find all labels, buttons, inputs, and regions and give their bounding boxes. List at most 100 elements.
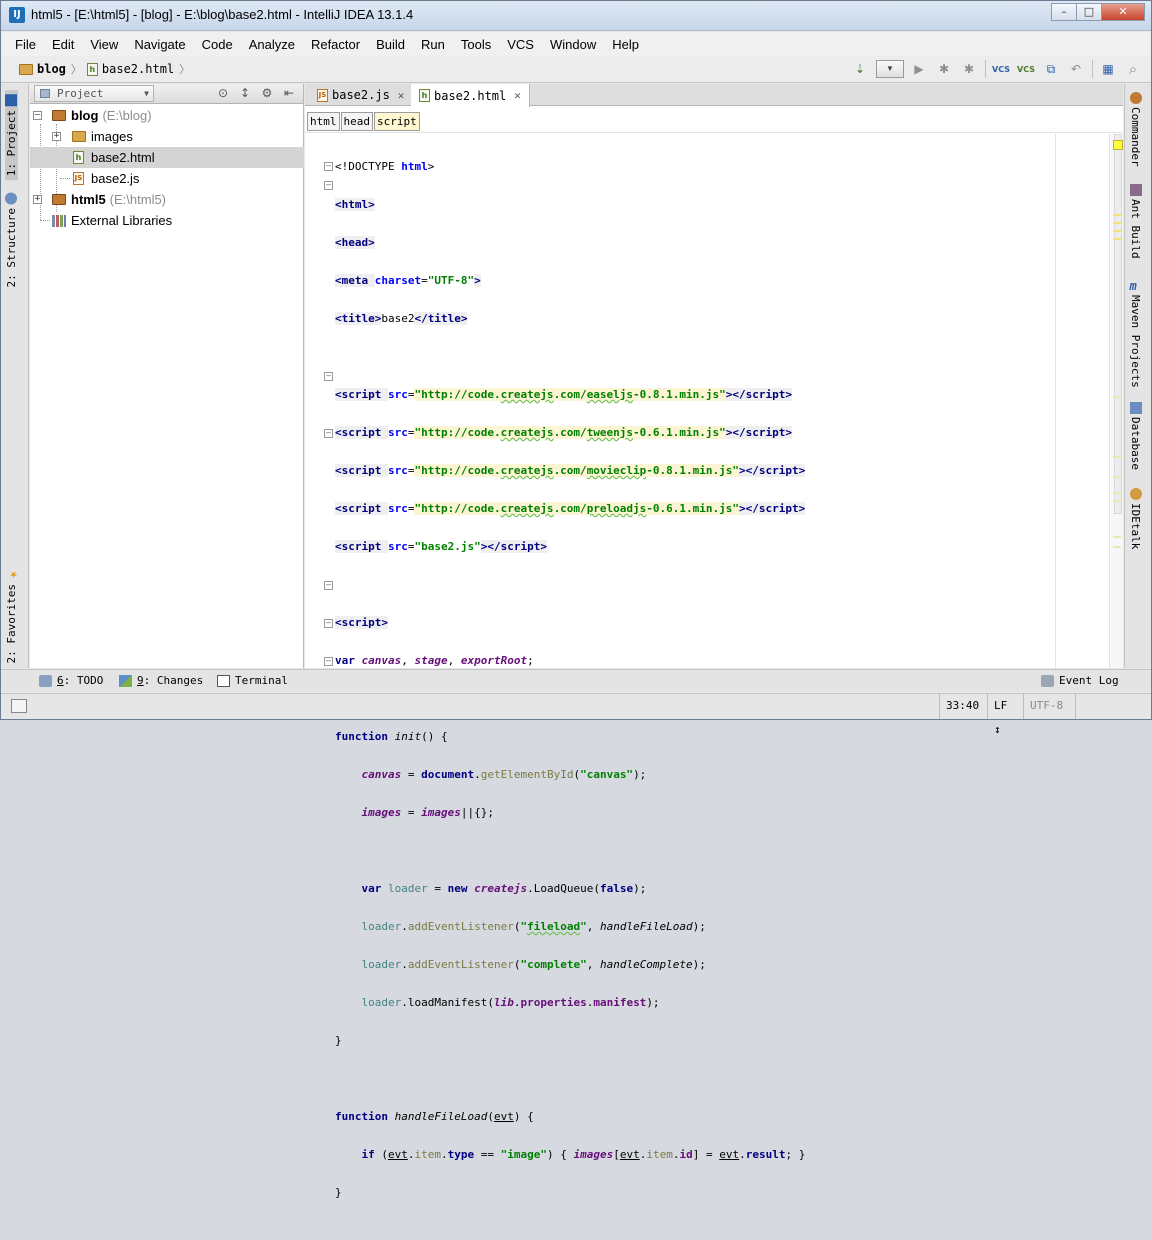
code-line: var canvas, stage, exportRoot;	[335, 654, 534, 667]
menu-window[interactable]: Window	[546, 35, 600, 54]
close-icon[interactable]: ✕	[514, 89, 521, 102]
js-file-icon: JS	[73, 172, 84, 185]
hide-panel-icon[interactable]: ⇤	[281, 85, 297, 101]
vcs-update-icon[interactable]: VCS	[991, 59, 1011, 79]
tab-terminal[interactable]: Terminal	[217, 674, 288, 687]
error-stripe-mark[interactable]	[1113, 536, 1121, 538]
folder-icon	[52, 110, 66, 121]
tab-event-log[interactable]: Event Log	[1041, 674, 1119, 687]
title-bar: IJ html5 - [E:\html5] - [blog] - E:\blog…	[1, 1, 1151, 31]
menu-navigate[interactable]: Navigate	[130, 35, 189, 54]
fold-icon[interactable]: –	[324, 372, 333, 381]
breadcrumb-blog[interactable]: blog	[37, 62, 66, 76]
make-project-icon[interactable]: ⇣	[850, 59, 870, 79]
search-icon[interactable]: ⌕	[1123, 59, 1143, 79]
debug-icon[interactable]: ✱	[934, 59, 954, 79]
error-stripe-mark[interactable]	[1113, 230, 1121, 232]
tree-item-label: html5 (E:\html5)	[71, 192, 167, 207]
tree-item-base2-js[interactable]: JS base2.js	[30, 168, 304, 189]
tree-item-base2-html[interactable]: h base2.html	[30, 147, 304, 168]
tab-changes[interactable]: 9: Changes	[119, 674, 203, 687]
tab-commander[interactable]: Commander	[1129, 92, 1142, 167]
tab-base2-html[interactable]: h base2.html ✕	[411, 84, 530, 107]
code-line: <script src="http://code.createjs.com/tw…	[335, 426, 792, 439]
menu-tools[interactable]: Tools	[457, 35, 495, 54]
ant-icon	[1129, 184, 1142, 196]
tab-todo[interactable]: 6: TODO	[39, 674, 103, 687]
tool-windows-toggle[interactable]	[11, 699, 27, 713]
error-stripe-mark[interactable]	[1113, 500, 1121, 502]
minimize-button[interactable]: –	[1051, 3, 1077, 21]
error-stripe-mark[interactable]	[1113, 476, 1121, 478]
menu-help[interactable]: Help	[608, 35, 643, 54]
run-config-dropdown[interactable]: ▼	[876, 60, 904, 78]
tree-item-html5[interactable]: + html5 (E:\html5)	[30, 189, 304, 210]
menu-vcs[interactable]: VCS	[503, 35, 538, 54]
fold-icon[interactable]: –	[324, 429, 333, 438]
fold-icon[interactable]: –	[324, 619, 333, 628]
gear-icon[interactable]: ⚙	[259, 85, 275, 101]
fold-icon[interactable]: –	[324, 581, 333, 590]
collapse-toggle[interactable]: –	[33, 111, 42, 120]
tree-item-blog[interactable]: – blog (E:\blog)	[30, 105, 304, 126]
editor-scrollbar[interactable]	[1109, 134, 1123, 668]
error-stripe-mark[interactable]	[1113, 222, 1121, 224]
code-line: var loader = new createjs.LoadQueue(fals…	[361, 882, 647, 895]
menu-file[interactable]: File	[11, 35, 40, 54]
maximize-button[interactable]: □	[1076, 3, 1102, 21]
line-separator-selector[interactable]: LF ↕	[987, 694, 1023, 736]
tab-ant-build[interactable]: Ant Build	[1129, 184, 1142, 259]
fold-icon[interactable]: –	[324, 181, 333, 190]
error-stripe-mark[interactable]	[1113, 214, 1121, 216]
menu-build[interactable]: Build	[372, 35, 409, 54]
encoding-selector[interactable]: UTF-8	[1023, 694, 1075, 719]
tree-item-external-libraries[interactable]: External Libraries	[30, 210, 304, 231]
tab-database[interactable]: Database	[1129, 402, 1142, 470]
tag-crumb-html[interactable]: html	[307, 112, 340, 131]
breadcrumb: blog 〉 h base2.html 〉	[19, 61, 195, 77]
compare-icon[interactable]: ⧉	[1041, 59, 1061, 79]
tag-crumb-head[interactable]: head	[340, 112, 373, 131]
menu-analyze[interactable]: Analyze	[245, 35, 299, 54]
tab-label: base2.js	[332, 88, 390, 102]
coverage-icon[interactable]: ✱	[959, 59, 979, 79]
close-button[interactable]: ✕	[1101, 3, 1145, 21]
error-stripe-mark[interactable]	[1113, 492, 1121, 494]
editor-tab-bar: JS base2.js ✕ h base2.html ✕	[305, 84, 1123, 107]
expand-toggle[interactable]: +	[33, 195, 42, 204]
error-stripe-mark[interactable]	[1113, 456, 1121, 458]
fold-icon[interactable]: –	[324, 162, 333, 171]
run-icon[interactable]: ▶	[909, 59, 929, 79]
caret-position[interactable]: 33:40	[939, 694, 987, 719]
error-stripe-mark[interactable]	[1113, 546, 1121, 548]
code-line: images = images||{};	[361, 806, 495, 819]
tab-base2-js[interactable]: JS base2.js ✕	[309, 84, 414, 106]
menu-run[interactable]: Run	[417, 35, 449, 54]
warning-marker[interactable]	[1113, 140, 1123, 150]
menu-edit[interactable]: Edit	[48, 35, 78, 54]
menu-code[interactable]: Code	[198, 35, 237, 54]
vcs-commit-icon[interactable]: VCS	[1016, 59, 1036, 79]
tab-structure[interactable]: 2: Structure	[5, 192, 18, 287]
menu-refactor[interactable]: Refactor	[307, 35, 364, 54]
project-view-selector[interactable]: Project ▼	[34, 85, 154, 102]
collapse-all-icon[interactable]: ↕	[237, 85, 253, 101]
revert-icon[interactable]: ↶	[1066, 59, 1086, 79]
error-stripe-mark[interactable]	[1113, 238, 1121, 240]
tag-crumb-script[interactable]: script	[374, 112, 420, 131]
tree-item-label: base2.js	[91, 171, 140, 186]
close-icon[interactable]: ✕	[398, 89, 405, 102]
tab-maven-projects[interactable]: m Maven Projects	[1129, 280, 1142, 388]
error-stripe-mark[interactable]	[1113, 396, 1121, 398]
project-structure-icon[interactable]: ▦	[1098, 59, 1118, 79]
tab-idetalk[interactable]: IDEtalk	[1129, 488, 1142, 549]
expand-toggle[interactable]: +	[52, 132, 61, 141]
scroll-from-source-icon[interactable]: ⊙	[215, 85, 231, 101]
menu-view[interactable]: View	[86, 35, 122, 54]
tab-favorites[interactable]: 2: Favorites ★	[5, 567, 18, 663]
breadcrumb-base2-html[interactable]: base2.html	[102, 62, 174, 76]
tree-item-images[interactable]: + images	[30, 126, 304, 147]
tab-project[interactable]: 1: Project	[5, 90, 18, 181]
fold-icon[interactable]: –	[324, 657, 333, 666]
